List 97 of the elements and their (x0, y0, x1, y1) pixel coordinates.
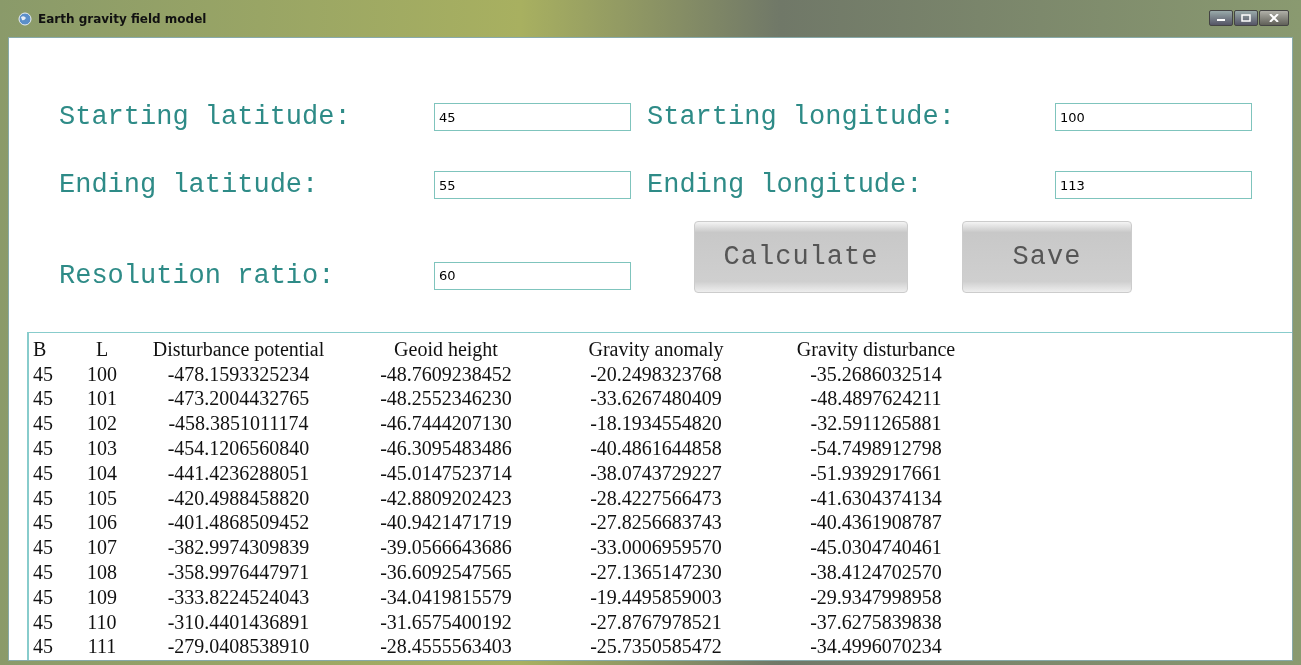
table-cell-text: 106 (86, 511, 118, 535)
input-field[interactable]: 113 (1055, 171, 1252, 199)
table-cell-text: -33.0006959570 (589, 536, 723, 560)
table-cell-text: -45.0304740461 (809, 536, 943, 560)
input-field[interactable]: 45 (434, 103, 631, 131)
table-cell-text: -38.4124702570 (809, 561, 943, 585)
table-cell-text: -37.6275839838 (809, 610, 943, 634)
table-cell-text: -39.0566643686 (379, 536, 513, 560)
table-cell-text: -45.0147523714 (379, 461, 513, 485)
table-cell-text: -358.9976447971 (166, 561, 311, 585)
table-cell-text: 110 (86, 610, 118, 634)
table-cell-text: -454.1206560840 (166, 437, 311, 461)
table-cell-text: 45 (33, 412, 54, 436)
column-header: Geoid height (393, 337, 499, 361)
table-cell-text: 105 (86, 486, 118, 510)
table-cell-text: 45 (33, 511, 54, 535)
table-cell-text: -34.4996070234 (809, 635, 943, 659)
table-cell-text: 45 (33, 561, 54, 585)
input-field[interactable]: 55 (434, 171, 631, 199)
table-cell-text: -382.9974309839 (166, 536, 311, 560)
table-cell-text: 45 (33, 536, 54, 560)
table-cell-text: 45 (33, 362, 54, 386)
table-cell-text: -32.5911265881 (809, 412, 943, 436)
table-cell-text: 101 (86, 387, 118, 411)
table-cell-text: 109 (86, 585, 118, 609)
table-cell-text: -19.4495859003 (589, 585, 723, 609)
table-cell-text: -38.0743729227 (589, 461, 723, 485)
table-cell-text: -458.3851011174 (167, 412, 310, 436)
calculate-button[interactable]: Calculate (694, 221, 908, 293)
table-cell-text: -34.0419815579 (379, 585, 513, 609)
table-cell-text: 108 (86, 561, 118, 585)
table-cell-text: -40.4861644858 (589, 437, 723, 461)
table-cell-text: 102 (86, 412, 118, 436)
column-header: Gravity anomaly (587, 337, 725, 361)
table-cell-text: -25.7350585472 (589, 635, 723, 659)
table-cell-text: -48.2552346230 (379, 387, 513, 411)
table-cell-text: 103 (86, 437, 118, 461)
table-cell-text: -279.0408538910 (166, 635, 311, 659)
table-cell-text: -310.4401436891 (166, 610, 311, 634)
window-title: Earth gravity field model (38, 11, 207, 26)
input-field[interactable]: 60 (434, 261, 631, 290)
table-cell-text: -54.7498912798 (809, 437, 943, 461)
table-cell-text: -35.2686032514 (809, 362, 943, 386)
table-cell-text: -48.4897624211 (809, 387, 943, 411)
table-cell-text: -29.9347998958 (809, 585, 943, 609)
table-cell-text: -51.9392917661 (809, 461, 943, 485)
table-cell-text: -478.1593325234 (166, 362, 311, 386)
table-cell-text: 104 (86, 461, 118, 485)
input-field[interactable]: 100 (1055, 103, 1252, 131)
column-header: B (33, 337, 48, 361)
field-label: Ending longitude: (646, 170, 924, 200)
globe-icon (18, 11, 32, 26)
field-label: Starting longitude: (646, 102, 956, 132)
table-cell-text: -20.2498323768 (589, 362, 723, 386)
table-cell-text: 45 (33, 387, 54, 411)
maximize-button[interactable] (1234, 10, 1258, 26)
table-cell-text: 45 (33, 437, 54, 461)
table-cell-text: 107 (86, 536, 118, 560)
table-cell-text: -27.8767978521 (589, 610, 723, 634)
table-cell-text: -18.1934554820 (589, 412, 723, 436)
column-header: Gravity disturbance (795, 337, 957, 361)
table-cell-text: 45 (33, 635, 54, 659)
table-cell-text: -40.4361908787 (809, 511, 943, 535)
close-icon (1269, 14, 1279, 22)
table-cell-text: -33.6267480409 (589, 387, 723, 411)
table-cell-text: -28.4555563403 (379, 635, 513, 659)
table-cell-text: -333.8224524043 (166, 585, 311, 609)
field-label: Starting latitude: (59, 102, 352, 132)
table-cell-text: -401.4868509452 (166, 511, 311, 535)
table-cell-text: -27.8256683743 (589, 511, 723, 535)
table-cell-text: 45 (33, 610, 54, 634)
table-cell-text: -40.9421471719 (379, 511, 513, 535)
table-cell-text: 111 (86, 635, 118, 659)
table-cell-text: -28.4227566473 (589, 486, 723, 510)
table-cell-text: 45 (33, 461, 54, 485)
table-cell-text: -46.3095483486 (379, 437, 513, 461)
table-cell-text: -31.6575400192 (379, 610, 513, 634)
minimize-button[interactable] (1209, 10, 1233, 26)
table-cell-text: -41.6304374134 (809, 486, 943, 510)
column-header: L (94, 337, 110, 361)
field-label: Ending latitude: (59, 170, 320, 200)
table-cell-text: 45 (33, 486, 54, 510)
column-header: Disturbance potential (151, 337, 326, 361)
field-label: Resolution ratio: (59, 260, 336, 291)
table-cell-text: -27.1365147230 (589, 561, 723, 585)
table-cell-text: -42.8809202423 (379, 486, 513, 510)
table-cell-text: 100 (86, 362, 118, 386)
table-cell-text: -441.4236288051 (166, 461, 311, 485)
save-button[interactable]: Save (962, 221, 1132, 293)
maximize-icon (1241, 14, 1251, 22)
table-cell-text: -420.4988458820 (166, 486, 311, 510)
table-cell-text: -36.6092547565 (379, 561, 513, 585)
table-cell-text: 45 (33, 585, 54, 609)
table-cell-text: -46.7444207130 (379, 412, 513, 436)
close-button[interactable] (1259, 10, 1289, 26)
table-cell-text: -48.7609238452 (379, 362, 513, 386)
table-cell-text: -473.2004432765 (166, 387, 311, 411)
